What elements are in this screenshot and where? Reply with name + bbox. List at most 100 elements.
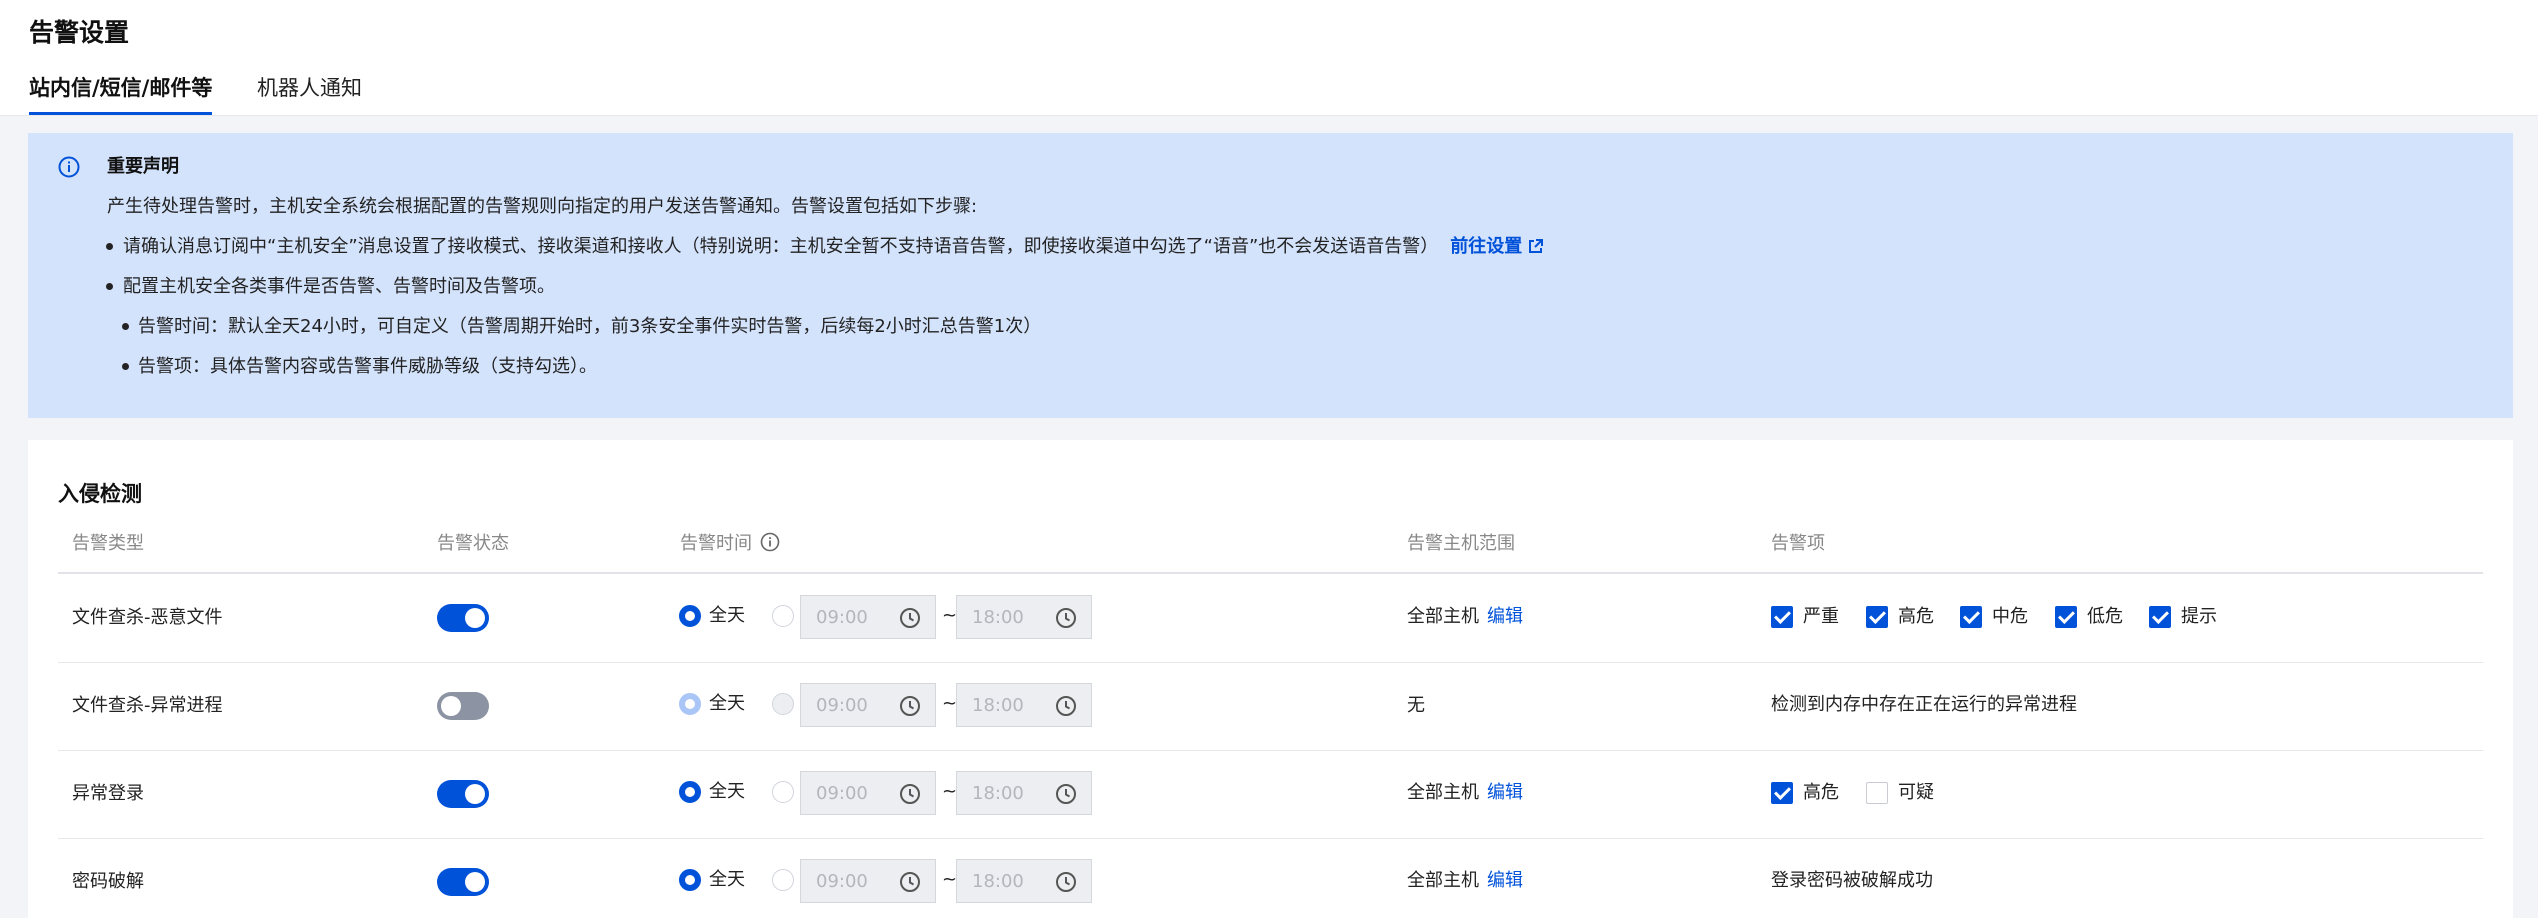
item-label: 可疑 (1898, 782, 1934, 803)
page-title: 告警设置 (29, 18, 130, 47)
go-settings-link[interactable]: 前往设置 (1450, 236, 1544, 257)
status-toggle[interactable] (437, 604, 489, 632)
notice-step-1-text: 请确认消息订阅中“主机安全”消息设置了接收模式、接收渠道和接收人（特别说明：主机… (123, 236, 1439, 257)
start-time-input[interactable]: 09:00 (800, 859, 936, 903)
item-label: 低危 (2087, 606, 2123, 627)
scope-value: 全部主机 (1407, 870, 1479, 891)
clock-icon (1056, 696, 1076, 716)
clock-icon (1056, 872, 1076, 892)
notice-intro: 产生待处理告警时，主机安全系统会根据配置的告警规则向指定的用户发送告警通知。告警… (107, 196, 978, 217)
status-toggle[interactable] (437, 692, 489, 720)
item-checkbox[interactable] (1771, 782, 1793, 804)
go-settings-label: 前往设置 (1450, 236, 1523, 257)
scope-value: 无 (1407, 695, 1425, 716)
clock-icon (900, 696, 920, 716)
custom-time-radio[interactable] (772, 869, 794, 891)
section-title: 入侵检测 (58, 482, 142, 506)
tab-site-sms-email[interactable]: 站内信/短信/邮件等 (29, 72, 213, 115)
item-checkbox[interactable] (2149, 606, 2171, 628)
end-time-value: 18:00 (972, 607, 1024, 628)
items-text: 检测到内存中存在正在运行的异常进程 (1771, 694, 2077, 715)
edit-scope-link[interactable]: 编辑 (1487, 782, 1523, 803)
scope-value: 全部主机 (1407, 606, 1479, 627)
notice-sub-2: 告警项：具体告警内容或告警事件威胁等级（支持勾选）。 (138, 356, 597, 377)
all-day-label: 全天 (709, 693, 745, 714)
row-type: 异常登录 (72, 783, 144, 804)
row-divider (58, 838, 2483, 839)
all-day-radio[interactable] (679, 869, 701, 891)
all-day-radio[interactable] (679, 781, 701, 803)
all-day-radio[interactable] (679, 605, 701, 627)
intrusion-detection-card: 入侵检测 告警类型 告警状态 告警时间 告警主机范围 告警项 文件查杀-恶意文件… (28, 440, 2513, 918)
item-label: 高危 (1898, 606, 1934, 627)
notice-sub-1: 告警时间：默认全天24小时，可自定义（告警周期开始时，前3条安全事件实时告警，后… (138, 316, 1042, 337)
row-divider (58, 750, 2483, 751)
info-icon (58, 156, 80, 178)
bullet (106, 243, 113, 250)
start-time-value: 09:00 (816, 695, 868, 716)
col-header-time: 告警时间 (680, 532, 780, 556)
start-time-input[interactable]: 09:00 (800, 683, 936, 727)
custom-time-radio[interactable] (772, 605, 794, 627)
start-time-input[interactable]: 09:00 (800, 771, 936, 815)
end-time-input[interactable]: 18:00 (956, 595, 1092, 639)
scope-cell: 全部主机 编辑 (1407, 869, 1523, 893)
start-time-value: 09:00 (816, 607, 868, 628)
all-day-radio[interactable] (679, 693, 701, 715)
status-toggle[interactable] (437, 868, 489, 896)
scope-cell: 全部主机 编辑 (1407, 605, 1523, 629)
important-notice: 重要声明 产生待处理告警时，主机安全系统会根据配置的告警规则向指定的用户发送告警… (28, 133, 2513, 418)
clock-icon (900, 872, 920, 892)
custom-time-radio[interactable] (772, 781, 794, 803)
clock-icon (900, 608, 920, 628)
row-type: 文件查杀-恶意文件 (72, 607, 223, 628)
custom-time-radio[interactable] (772, 693, 794, 715)
time-separator: ~ (942, 605, 958, 626)
status-toggle[interactable] (437, 780, 489, 808)
time-separator: ~ (942, 781, 958, 802)
col-header-type: 告警类型 (72, 533, 144, 554)
edit-scope-link[interactable]: 编辑 (1487, 870, 1523, 891)
end-time-input[interactable]: 18:00 (956, 771, 1092, 815)
row-type: 文件查杀-异常进程 (72, 695, 223, 716)
item-checkbox[interactable] (1960, 606, 1982, 628)
header: 告警设置 站内信/短信/邮件等 机器人通知 (0, 0, 2538, 116)
external-link-icon (1529, 239, 1544, 253)
scope-value: 全部主机 (1407, 782, 1479, 803)
notice-title: 重要声明 (107, 156, 179, 177)
end-time-input[interactable]: 18:00 (956, 683, 1092, 727)
start-time-input[interactable]: 09:00 (800, 595, 936, 639)
clock-icon (1056, 784, 1076, 804)
item-checkbox[interactable] (2055, 606, 2077, 628)
item-label: 提示 (2181, 606, 2217, 627)
end-time-value: 18:00 (972, 871, 1024, 892)
start-time-value: 09:00 (816, 871, 868, 892)
scope-cell: 全部主机 编辑 (1407, 781, 1523, 805)
all-day-label: 全天 (709, 605, 745, 626)
items-text: 登录密码被破解成功 (1771, 870, 1933, 891)
item-checkbox[interactable] (1866, 782, 1888, 804)
end-time-input[interactable]: 18:00 (956, 859, 1092, 903)
tab-robot-notify[interactable]: 机器人通知 (257, 72, 362, 104)
notice-step-2: 配置主机安全各类事件是否告警、告警时间及告警项。 (123, 276, 555, 297)
clock-icon (1056, 608, 1076, 628)
col-header-items: 告警项 (1771, 533, 1825, 554)
row-type: 密码破解 (72, 871, 144, 892)
item-checkbox[interactable] (1866, 606, 1888, 628)
clock-icon (900, 784, 920, 804)
end-time-value: 18:00 (972, 695, 1024, 716)
item-label: 中危 (1992, 606, 2028, 627)
time-separator: ~ (942, 869, 958, 890)
bullet (122, 323, 129, 330)
col-header-status: 告警状态 (437, 533, 509, 554)
header-divider (58, 572, 2483, 574)
edit-scope-link[interactable]: 编辑 (1487, 606, 1523, 627)
notice-step-1: 请确认消息订阅中“主机安全”消息设置了接收模式、接收渠道和接收人（特别说明：主机… (123, 235, 1544, 259)
bullet (106, 283, 113, 290)
item-checkbox[interactable] (1771, 606, 1793, 628)
all-day-label: 全天 (709, 781, 745, 802)
col-header-scope: 告警主机范围 (1407, 533, 1515, 554)
help-circle-icon[interactable] (760, 532, 780, 552)
item-label: 严重 (1803, 606, 1839, 627)
start-time-value: 09:00 (816, 783, 868, 804)
